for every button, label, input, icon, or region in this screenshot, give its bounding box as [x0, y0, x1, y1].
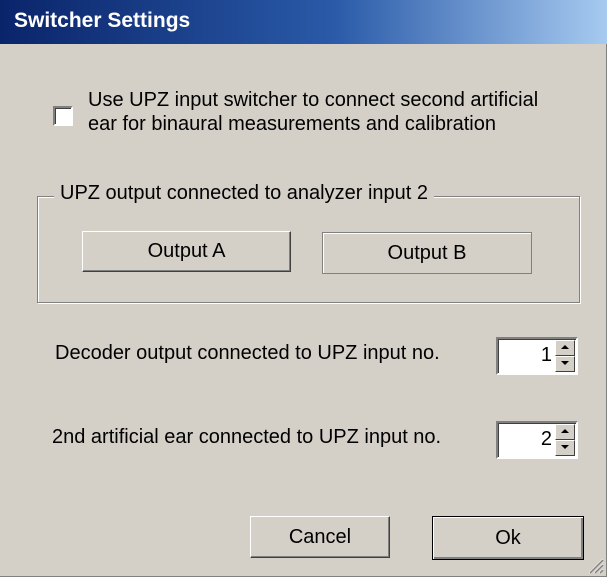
binaural-label-line1: Use UPZ input switcher to connect second…	[88, 89, 539, 111]
ok-button[interactable]: Ok	[432, 516, 584, 560]
artificial-ear-input-label: 2nd artificial ear connected to UPZ inpu…	[52, 426, 442, 448]
artificial-ear-spin-down-icon[interactable]	[555, 440, 575, 456]
switcher-settings-dialog: Switcher Settings Use UPZ input switcher…	[0, 0, 607, 577]
ok-label: Ok	[495, 526, 521, 549]
resize-grip-icon[interactable]	[586, 556, 604, 574]
artificial-ear-input-value[interactable]: 2	[541, 428, 552, 451]
artificial-ear-spin-up-icon[interactable]	[555, 424, 575, 440]
artificial-ear-input-spinner[interactable]: 2	[496, 421, 578, 459]
decoder-input-value[interactable]: 1	[541, 344, 552, 367]
cancel-label: Cancel	[288, 525, 352, 548]
output-b-label: Output B	[387, 241, 467, 264]
decoder-input-label: Decoder output connected to UPZ input no…	[55, 342, 440, 364]
artificial-ear-spin-buttons[interactable]	[555, 424, 575, 456]
decoder-spin-down-icon[interactable]	[555, 356, 575, 372]
window-title: Switcher Settings	[14, 9, 191, 32]
output-a-label: Output A	[147, 240, 226, 262]
binaural-label-line2: ear for binaural measurements and calibr…	[88, 113, 496, 135]
output-b-button[interactable]: Output B	[322, 232, 532, 274]
cancel-button[interactable]: Cancel	[250, 516, 390, 558]
binaural-checkbox-label[interactable]: Use UPZ input switcher to connect second…	[88, 88, 607, 136]
binaural-checkbox[interactable]	[53, 106, 73, 126]
output-group-legend: UPZ output connected to analyzer input 2	[54, 182, 435, 205]
decoder-input-spinner[interactable]: 1	[496, 337, 578, 375]
decoder-spin-up-icon[interactable]	[555, 340, 575, 356]
title-bar[interactable]: Switcher Settings	[0, 0, 607, 44]
decoder-spin-buttons[interactable]	[555, 340, 575, 372]
output-a-button[interactable]: Output A	[82, 231, 291, 272]
